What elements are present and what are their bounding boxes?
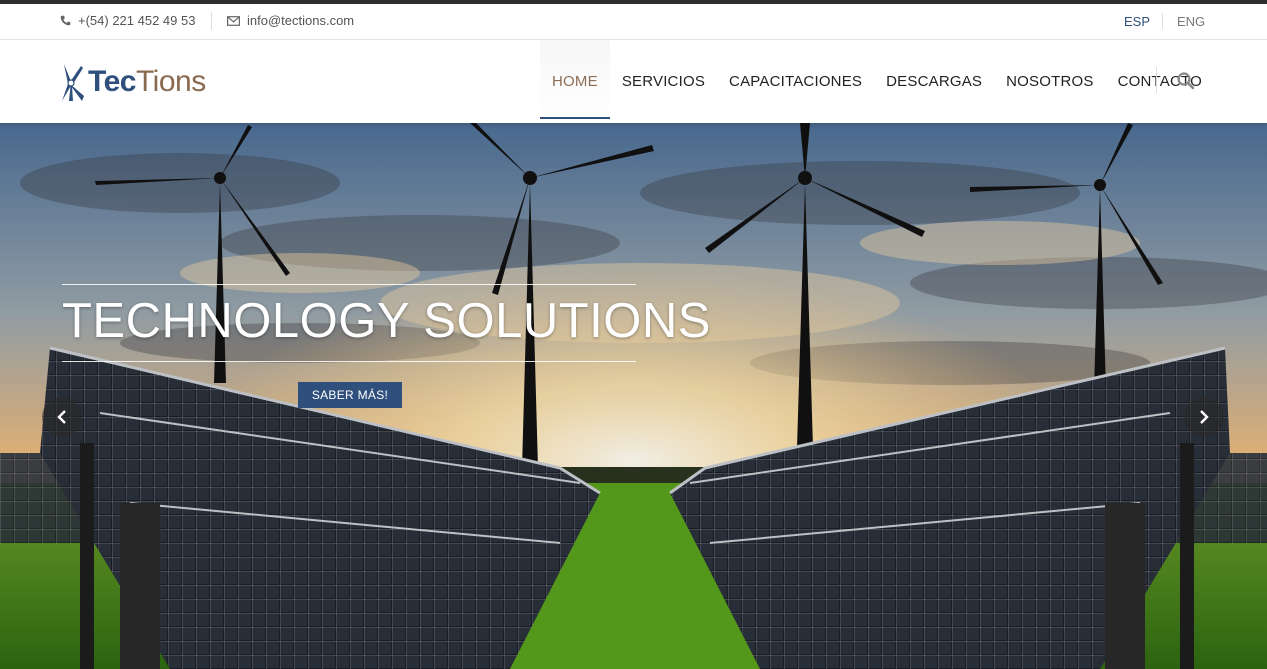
logo-text: TecTions <box>88 65 206 99</box>
divider <box>211 12 212 30</box>
slider-next-button[interactable] <box>1184 397 1224 437</box>
email-address: info@tections.com <box>247 13 355 28</box>
email-contact[interactable]: info@tections.com <box>227 13 354 28</box>
logo-turbine-icon <box>62 64 84 101</box>
hero-background-image <box>0 123 1267 669</box>
nav-item-servicios[interactable]: SERVICIOS <box>610 40 717 123</box>
envelope-icon <box>227 15 240 26</box>
main-header: TecTions HOME SERVICIOS CAPACITACIONES D… <box>0 40 1267 123</box>
phone-icon <box>60 15 71 26</box>
hero-title: TECHNOLOGY SOLUTIONS <box>62 294 711 348</box>
chevron-right-icon <box>1200 410 1209 424</box>
nav-item-descargas[interactable]: DESCARGAS <box>874 40 994 123</box>
nav-item-contacto[interactable]: CONTACTO <box>1106 40 1214 123</box>
hero-slider: TECHNOLOGY SOLUTIONS SABER MÁS! <box>0 123 1267 669</box>
nav-item-nosotros[interactable]: NOSOTROS <box>994 40 1105 123</box>
phone-number: +(54) 221 452 49 53 <box>78 13 196 28</box>
search-icon[interactable] <box>1176 71 1196 91</box>
logo-text-tions: Tions <box>135 65 206 98</box>
divider <box>1162 13 1163 29</box>
language-esp[interactable]: ESP <box>1124 14 1150 29</box>
chevron-left-icon <box>57 410 66 424</box>
contact-bar: +(54) 221 452 49 53 info@tections.com ES… <box>0 4 1267 40</box>
hero-line-bottom <box>62 361 636 362</box>
slider-prev-button[interactable] <box>42 397 82 437</box>
nav-item-capacitaciones[interactable]: CAPACITACIONES <box>717 40 874 123</box>
nav-item-home[interactable]: HOME <box>540 40 610 123</box>
saber-mas-button[interactable]: SABER MÁS! <box>298 382 402 408</box>
main-navigation: HOME SERVICIOS CAPACITACIONES DESCARGAS … <box>540 40 1214 123</box>
logo[interactable]: TecTions <box>60 60 206 104</box>
phone-contact[interactable]: +(54) 221 452 49 53 <box>60 13 195 28</box>
language-eng[interactable]: ENG <box>1177 14 1205 29</box>
divider <box>1156 67 1157 93</box>
logo-text-tec: Tec <box>88 65 136 98</box>
hero-line-top <box>62 284 636 285</box>
